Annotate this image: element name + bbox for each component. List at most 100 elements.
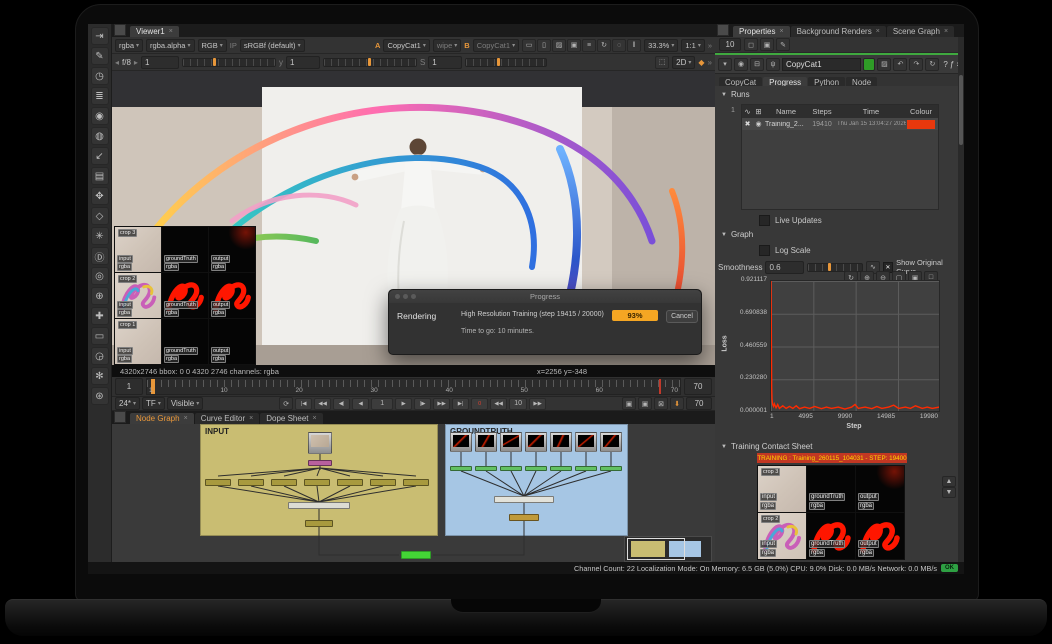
minimap-view-rect[interactable] — [627, 538, 685, 560]
bounce-mode-icon[interactable]: ▣ — [638, 397, 652, 410]
input-a-select[interactable]: CopyCat1▾ — [383, 39, 429, 52]
flipbook-icon[interactable]: ⟳ — [279, 397, 293, 410]
read-node[interactable] — [500, 432, 522, 452]
delete-run-icon[interactable]: ✖ — [742, 120, 753, 128]
read-node[interactable] — [308, 432, 332, 454]
contact-sheet-cell[interactable]: groundTruthrgba — [162, 319, 208, 364]
image-node-icon[interactable]: ⇥ — [91, 27, 109, 45]
node-graph-minimap[interactable] — [624, 536, 712, 562]
checker-icon[interactable]: ▨ — [552, 39, 566, 52]
frame-increment-button[interactable]: ▶▶ — [529, 398, 546, 410]
log-scale-checkbox[interactable] — [759, 245, 770, 256]
close-icon[interactable]: × — [944, 28, 948, 35]
display-channel-select[interactable]: RGB▾ — [198, 39, 227, 52]
edit-icon[interactable]: ✎ — [776, 38, 790, 51]
show-run-icon[interactable]: ◉ — [753, 120, 764, 128]
time-node-icon[interactable]: ◷ — [91, 67, 109, 85]
read-node[interactable] — [475, 432, 497, 452]
contact-sheet-cell[interactable]: outputrgba — [856, 466, 904, 512]
panel-scrollbar[interactable] — [958, 37, 964, 562]
timeline-ruler[interactable]: 110203040506070 — [146, 378, 681, 395]
window-buttons[interactable] — [395, 294, 416, 299]
merge-node-icon[interactable]: ▤ — [91, 167, 109, 185]
saturation-field[interactable]: 1 — [428, 56, 462, 69]
playback-end-field[interactable]: 70 — [686, 397, 712, 410]
draw-node-icon[interactable]: ✎ — [91, 47, 109, 65]
proxy-icon[interactable]: ▯ — [537, 39, 551, 52]
tab-curve-editor[interactable]: Curve Editor× — [195, 413, 260, 424]
postagestamp-node[interactable] — [509, 514, 539, 521]
tab-properties[interactable]: Properties× — [733, 26, 790, 37]
tab-scene-graph[interactable]: Scene Graph× — [887, 26, 954, 37]
contact-sheet-cell[interactable]: groundTruthrgba — [807, 513, 855, 559]
close-icon[interactable]: × — [249, 415, 253, 422]
node-graph[interactable]: INPUT GROUNDTRUTH — [112, 424, 715, 562]
viewer-canvas[interactable]: crop 3 inputrgba groundTruthrgba — [112, 71, 715, 365]
play-backward-button[interactable]: ◀ — [352, 398, 369, 410]
contact-sheet-cell[interactable]: outputrgba — [209, 273, 255, 318]
crop-node[interactable] — [337, 479, 363, 486]
fps-select[interactable]: 24*▾ — [115, 397, 140, 410]
roi-rect-icon[interactable]: ⬚ — [655, 56, 669, 69]
tab-node-graph[interactable]: Node Graph× — [130, 413, 194, 424]
play-forward-button[interactable]: ▶ — [395, 398, 412, 410]
gain-field[interactable]: 1 — [141, 56, 179, 69]
column-name[interactable]: Name — [764, 107, 808, 116]
air-node-icon[interactable]: ⊛ — [91, 387, 109, 405]
frame-decrement-button[interactable]: ◀◀ — [490, 398, 507, 410]
run-row[interactable]: ✖ ◉ Training_2... 19410 Thu Jan 15 13:04… — [742, 118, 938, 130]
zoom-level-select[interactable]: 33.3%▾ — [644, 39, 678, 52]
step-back-button[interactable]: ◀| — [333, 398, 350, 410]
minimize-icon[interactable]: ⊟ — [750, 58, 764, 71]
lut-select[interactable]: sRGBf (default)▾ — [240, 39, 305, 52]
goto-end-button[interactable]: ▶| — [452, 398, 469, 410]
center-icon[interactable]: ◉ — [734, 58, 748, 71]
chart-plot-area[interactable] — [770, 280, 940, 412]
column-time[interactable]: Time — [836, 107, 906, 116]
loss-chart[interactable]: Loss 0.9211170.6908380.4605590.2302800.0… — [715, 276, 964, 434]
node-name-field[interactable]: CopyCat1 — [782, 58, 861, 71]
current-frame-field[interactable]: 1 — [371, 398, 393, 410]
roi-icon[interactable]: ◌ — [612, 39, 626, 52]
contact-sheet-cell[interactable]: groundTruthrgba — [162, 273, 208, 318]
frame-increment-field[interactable]: 10 — [509, 398, 527, 410]
postagestamp-node[interactable] — [305, 520, 333, 527]
read-node[interactable] — [525, 432, 547, 452]
max-panels-field[interactable]: 10 — [719, 38, 741, 51]
runs-table[interactable]: ∿ ⊞ Name Steps Time Colour ✖ ◉ Training_… — [741, 104, 939, 210]
grade-node[interactable] — [525, 466, 547, 471]
more-chevron-icon[interactable]: » — [708, 41, 712, 50]
color-node-icon[interactable]: ◉ — [91, 107, 109, 125]
3d-node-icon[interactable]: ◇ — [91, 207, 109, 225]
keyer-node-icon[interactable]: ↙ — [91, 147, 109, 165]
prev-stop-icon[interactable]: ◂ — [115, 58, 119, 67]
help-button[interactable]: ? — [943, 60, 947, 69]
goto-start-button[interactable]: |◀ — [295, 398, 312, 410]
column-colour[interactable]: Colour — [906, 107, 936, 116]
range-start-field[interactable]: 1 — [115, 378, 143, 395]
tab-background-renders[interactable]: Background Renders× — [791, 26, 886, 37]
layers-icon[interactable]: ▣ — [567, 39, 581, 52]
tab-viewer1[interactable]: Viewer1× — [130, 26, 179, 37]
crop-node[interactable] — [238, 479, 264, 486]
read-node[interactable] — [575, 432, 597, 452]
gamma-field[interactable]: 1 — [286, 56, 320, 69]
step-forward-button[interactable]: |▶ — [414, 398, 431, 410]
stamp-icon[interactable]: ▨ — [877, 58, 891, 71]
wipe-select[interactable]: wipe▾ — [433, 39, 461, 52]
contact-sheet-cell[interactable]: groundTruthrgba — [162, 227, 208, 272]
gain-slider[interactable] — [182, 58, 276, 67]
view-mode-select[interactable]: 2D▾ — [672, 56, 695, 69]
pause-icon[interactable]: ‖ — [627, 39, 641, 52]
crop-node[interactable] — [271, 479, 297, 486]
gamma-slider[interactable] — [323, 58, 417, 67]
grade-node[interactable] — [450, 466, 472, 471]
crop-node[interactable] — [403, 479, 429, 486]
grade-node[interactable] — [550, 466, 572, 471]
scroll-down-icon[interactable]: ▼ — [942, 487, 956, 498]
crop-node[interactable] — [304, 479, 330, 486]
shuffle-node[interactable] — [308, 460, 332, 466]
revert-icon[interactable]: ↻ — [925, 58, 939, 71]
transform-node-icon[interactable]: ✥ — [91, 187, 109, 205]
other-node-icon[interactable]: ✚ — [91, 307, 109, 325]
